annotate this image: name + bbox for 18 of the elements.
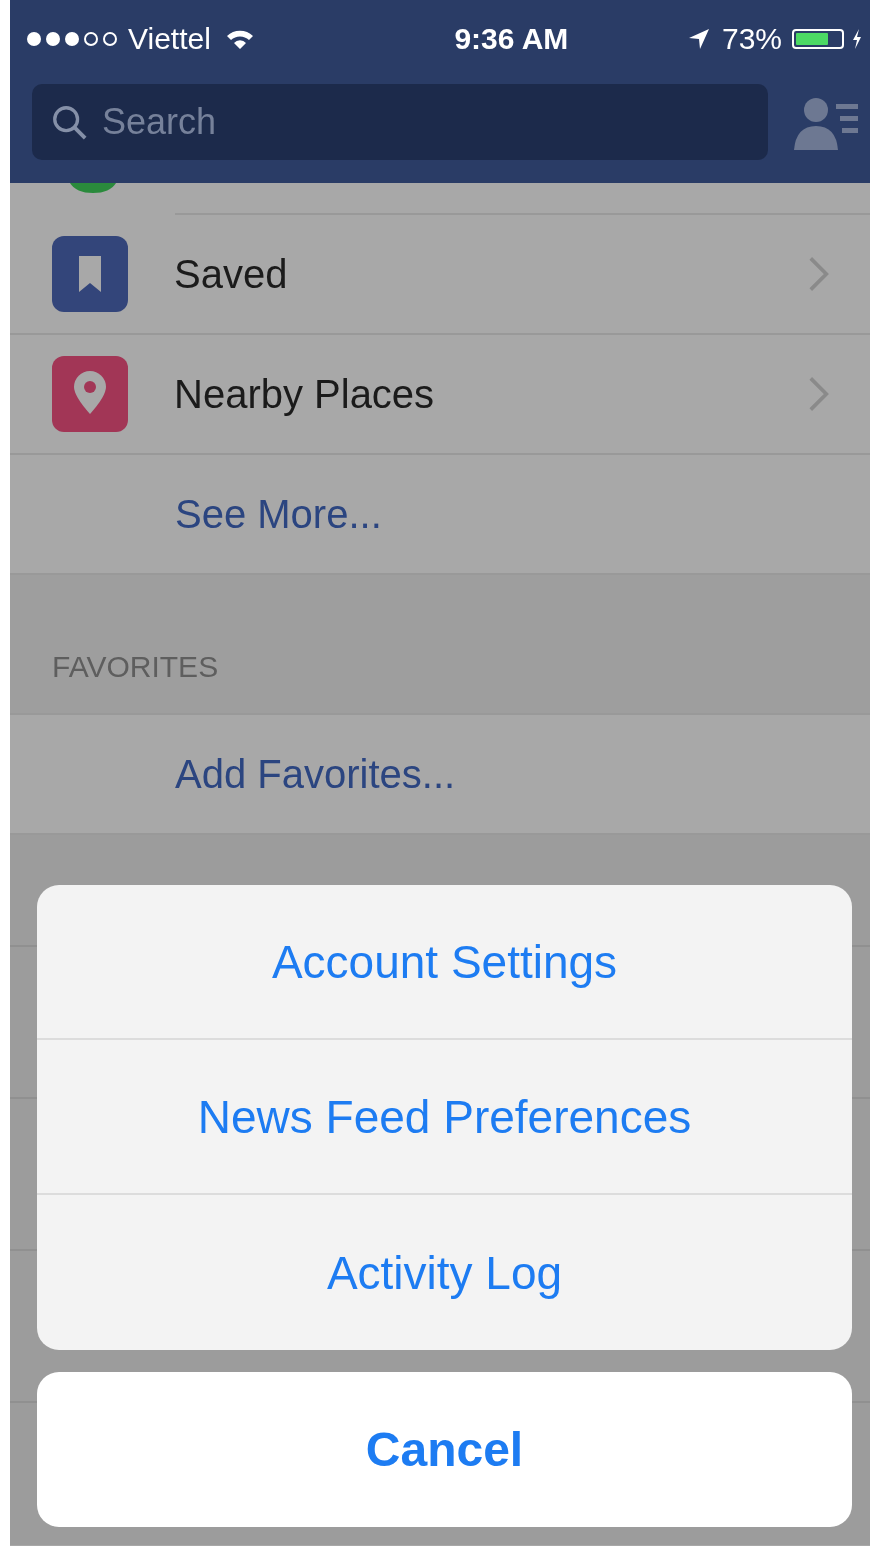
cancel-button[interactable]: Cancel — [37, 1372, 852, 1527]
section-header: FAVORITES — [52, 649, 219, 684]
location-pin-icon — [52, 356, 128, 432]
location-arrow-icon — [687, 28, 710, 50]
charging-bolt-icon — [852, 29, 862, 49]
battery-percent: 73% — [721, 22, 782, 56]
search-field[interactable]: Search — [32, 84, 768, 160]
action-option[interactable]: News Feed Preferences — [37, 1040, 852, 1195]
battery-icon — [792, 29, 844, 49]
bookmark-icon — [52, 236, 128, 312]
clock-time: 9:36 AM — [453, 22, 569, 56]
action-option[interactable]: Activity Log — [37, 1195, 852, 1350]
chevron-icon — [808, 255, 830, 293]
menu-item[interactable]: Saved — [10, 215, 870, 335]
menu-item[interactable]: Nearby Places — [10, 335, 870, 455]
action-option[interactable]: Account Settings — [37, 885, 852, 1040]
chevron-icon — [808, 375, 830, 413]
carrier-name: Viettel — [128, 22, 211, 56]
